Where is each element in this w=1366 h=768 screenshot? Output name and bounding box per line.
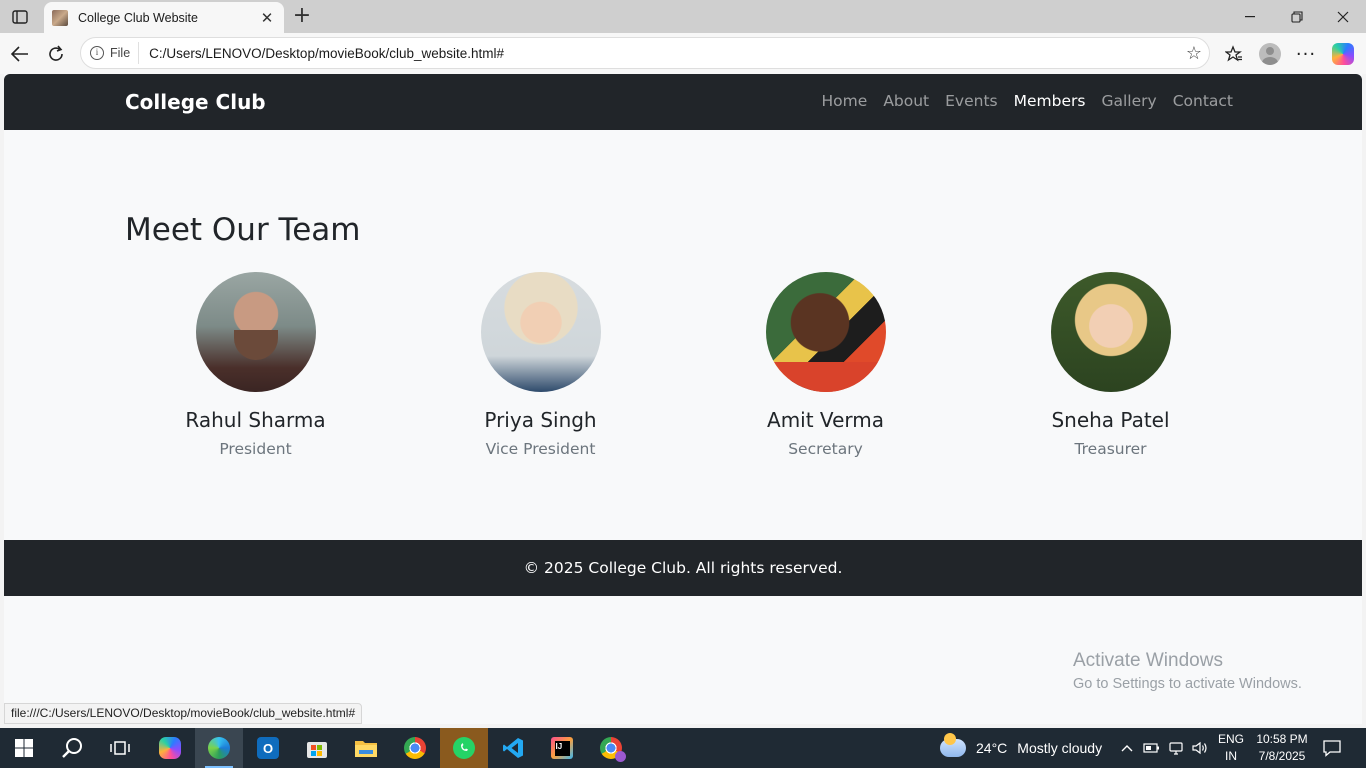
nav-gallery[interactable]: Gallery xyxy=(1101,92,1156,110)
nav-home[interactable]: Home xyxy=(822,92,868,110)
task-view-icon[interactable] xyxy=(96,728,144,768)
member-card: Sneha Patel Treasurer xyxy=(968,272,1253,458)
watermark-subtitle: Go to Settings to activate Windows. xyxy=(1073,676,1302,692)
profile-avatar xyxy=(1259,43,1281,65)
minimize-icon[interactable] xyxy=(1228,0,1274,33)
intellij-icon[interactable]: IJ xyxy=(538,728,586,768)
copilot-icon[interactable] xyxy=(1330,41,1356,67)
restore-icon[interactable] xyxy=(1274,0,1320,33)
close-window-icon[interactable] xyxy=(1320,0,1366,33)
site-brand[interactable]: College Club xyxy=(125,90,266,114)
browser-tab-bar: College Club Website ✕ + xyxy=(0,0,1366,33)
more-options-icon[interactable]: ··· xyxy=(1293,41,1319,67)
new-tab-icon[interactable]: + xyxy=(290,5,314,29)
member-role: Vice President xyxy=(485,440,596,458)
language-code: ENG xyxy=(1217,732,1244,746)
nav-links: Home About Events Members Gallery Contac… xyxy=(822,92,1233,110)
member-name: Rahul Sharma xyxy=(185,408,326,432)
tab-close-icon[interactable]: ✕ xyxy=(258,9,276,27)
member-role: Treasurer xyxy=(1074,440,1147,458)
nav-about[interactable]: About xyxy=(883,92,929,110)
clock[interactable]: 10:58 PM 7/8/2025 xyxy=(1250,731,1314,765)
nav-contact[interactable]: Contact xyxy=(1173,92,1233,110)
file-explorer-icon[interactable] xyxy=(342,728,390,768)
vscode-icon[interactable] xyxy=(489,728,537,768)
network-icon[interactable] xyxy=(1168,728,1184,768)
member-role: President xyxy=(219,440,292,458)
status-bar-url: file:///C:/Users/LENOVO/Desktop/movieBoo… xyxy=(4,703,363,724)
section-title: Meet Our Team xyxy=(125,212,361,248)
info-icon: i xyxy=(90,46,104,60)
favorites-icon[interactable] xyxy=(1221,41,1247,67)
site-footer: © 2025 College Club. All rights reserved… xyxy=(4,540,1362,596)
whatsapp-icon[interactable] xyxy=(440,728,488,768)
battery-icon[interactable] xyxy=(1143,728,1161,768)
clock-time: 10:58 PM xyxy=(1256,732,1308,746)
language-region: IN xyxy=(1225,749,1237,763)
member-photo xyxy=(765,272,886,392)
member-card: Amit Verma Secretary xyxy=(683,272,968,458)
search-icon[interactable] xyxy=(48,728,96,768)
notifications-icon[interactable] xyxy=(1322,728,1342,768)
member-photo xyxy=(195,272,316,392)
nav-members[interactable]: Members xyxy=(1014,92,1086,110)
activate-windows-watermark: Activate Windows Go to Settings to activ… xyxy=(1073,650,1302,692)
cloud-weather-icon xyxy=(940,733,966,757)
tab-actions-icon[interactable] xyxy=(8,5,32,29)
site-info-button[interactable]: i File xyxy=(90,42,140,64)
watermark-title: Activate Windows xyxy=(1073,650,1223,671)
back-arrow-icon[interactable] xyxy=(7,41,33,67)
member-card: Rahul Sharma President xyxy=(113,272,398,458)
browser-toolbar: i File C:/Users/LENOVO/Desktop/movieBook… xyxy=(0,33,1366,74)
member-card: Priya Singh Vice President xyxy=(398,272,683,458)
member-role: Secretary xyxy=(788,440,863,458)
member-name: Priya Singh xyxy=(484,408,597,432)
weather-temp: 24°C xyxy=(976,740,1008,756)
outlook-icon[interactable]: O xyxy=(244,728,292,768)
url-text[interactable]: C:/Users/LENOVO/Desktop/movieBook/club_w… xyxy=(149,46,1179,61)
refresh-icon[interactable] xyxy=(43,41,69,67)
file-label: File xyxy=(110,46,131,60)
weather-desc: Mostly cloudy xyxy=(1017,740,1103,756)
nav-events[interactable]: Events xyxy=(945,92,997,110)
copilot-logo xyxy=(1332,43,1354,65)
profile-icon[interactable] xyxy=(1257,41,1283,67)
member-photo xyxy=(1050,272,1171,392)
address-bar[interactable]: i File C:/Users/LENOVO/Desktop/movieBook… xyxy=(80,37,1210,69)
volume-icon[interactable] xyxy=(1191,728,1209,768)
microsoft-store-icon[interactable] xyxy=(293,728,341,768)
copilot-app-icon[interactable] xyxy=(146,728,194,768)
footer-text: © 2025 College Club. All rights reserved… xyxy=(523,559,843,577)
language-indicator[interactable]: ENG IN xyxy=(1214,731,1248,765)
chrome-icon[interactable] xyxy=(391,728,439,768)
favorite-star-icon[interactable]: ☆ xyxy=(1179,43,1209,64)
weather-widget[interactable]: 24°C Mostly cloudy xyxy=(940,728,1102,768)
browser-tab[interactable]: College Club Website ✕ xyxy=(44,2,284,33)
edge-browser-icon[interactable] xyxy=(195,728,243,768)
member-name: Sneha Patel xyxy=(1051,408,1170,432)
member-name: Amit Verma xyxy=(767,408,884,432)
start-windows-icon[interactable] xyxy=(0,728,48,768)
clock-date: 7/8/2025 xyxy=(1258,749,1306,763)
chrome-profile-icon[interactable] xyxy=(587,728,635,768)
show-hidden-icons-chevron-icon[interactable] xyxy=(1120,728,1134,768)
site-navbar: College Club Home About Events Members G… xyxy=(4,74,1362,130)
tab-favicon-icon xyxy=(52,9,68,26)
member-photo xyxy=(480,272,601,392)
windows-taskbar: O IJ 24°C Mostly cloudy ENG IN 10:58 PM … xyxy=(0,728,1366,768)
page-viewport: College Club Home About Events Members G… xyxy=(4,74,1362,724)
tab-title: College Club Website xyxy=(78,10,198,25)
